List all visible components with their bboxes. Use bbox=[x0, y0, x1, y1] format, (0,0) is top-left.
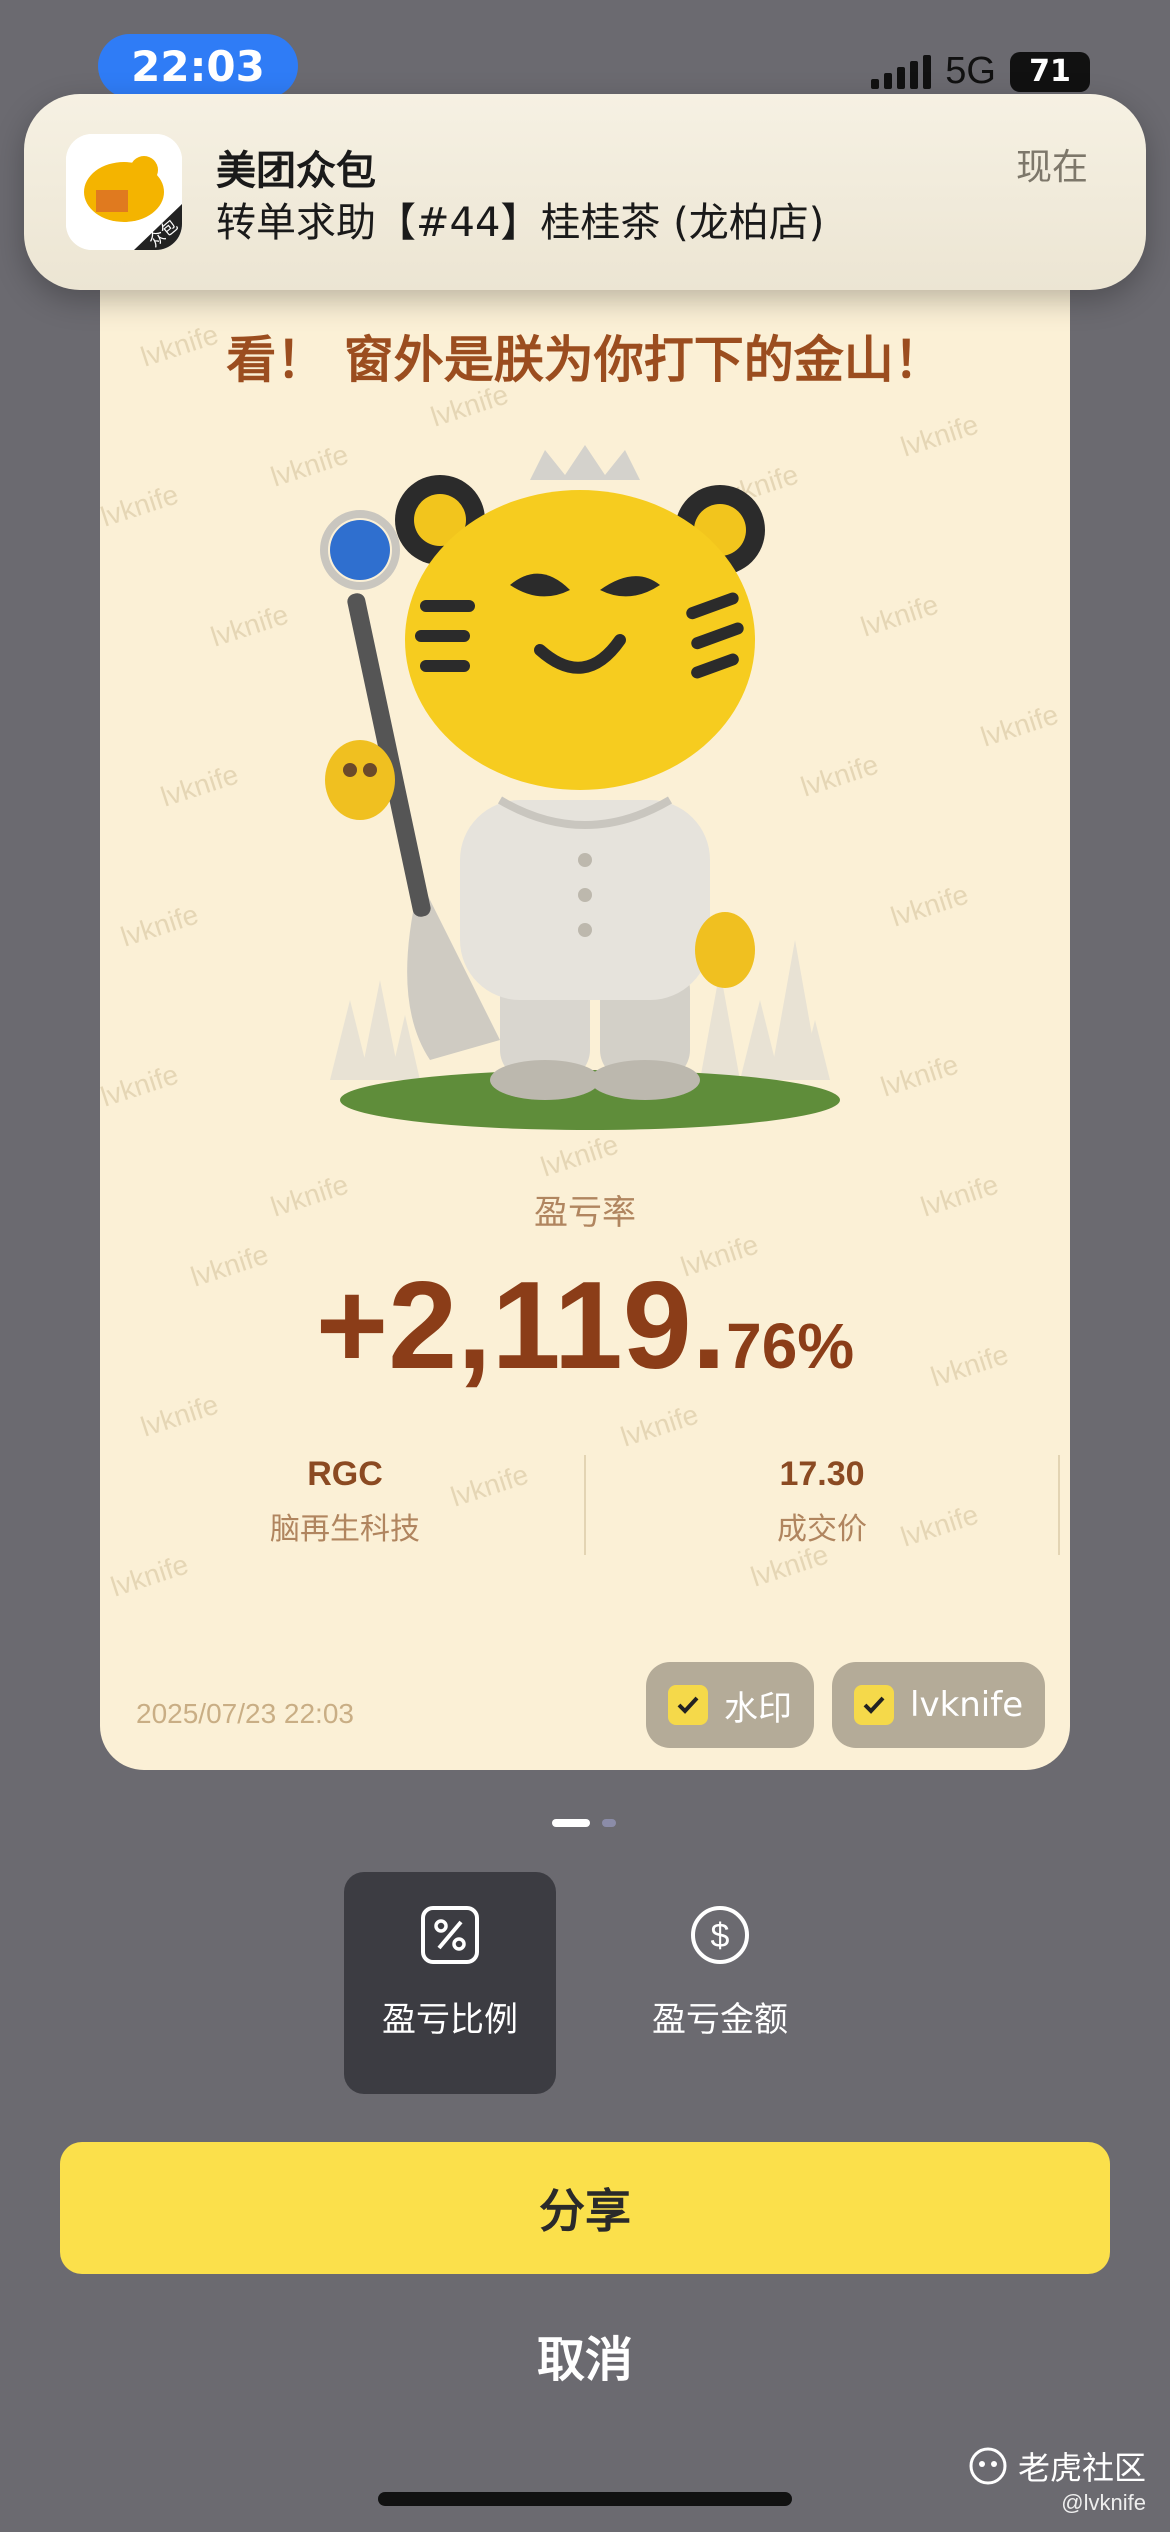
watermark: lvknife bbox=[896, 408, 983, 463]
tiger-mascot-illustration bbox=[320, 445, 840, 1130]
watermark: lvknife bbox=[100, 478, 183, 533]
watermark-toggle-label: 水印 bbox=[724, 1688, 792, 1729]
community-brand: 老虎社区 bbox=[1017, 2449, 1146, 2487]
app-icon: 众包 bbox=[66, 134, 182, 250]
dollar-icon[interactable]: $ bbox=[690, 1905, 750, 1965]
stock-ticker: RGC bbox=[307, 1455, 383, 1493]
signal-icon bbox=[871, 54, 932, 89]
profit-amount-label[interactable]: 盈亏金额 bbox=[590, 1992, 850, 2041]
watermark: lvknife bbox=[976, 698, 1063, 753]
share-button[interactable]: 分享 bbox=[60, 2142, 1110, 2274]
watermark: lvknife bbox=[106, 1548, 193, 1603]
stock-stat: RGC 脑再生科技 bbox=[145, 1455, 545, 1548]
status-indicators: 5G 71 bbox=[871, 50, 1090, 93]
card-headline: 看！ 窗外是朕为你打下的金山！ bbox=[226, 331, 944, 389]
profit-rate-value: +2,119.76% bbox=[100, 1255, 1070, 1397]
page-dot-active[interactable] bbox=[552, 1819, 590, 1827]
watermark: lvknife bbox=[116, 898, 203, 953]
profit-rate-main: +2,119. bbox=[315, 1257, 727, 1395]
checkbox-checked-icon bbox=[668, 1685, 708, 1725]
username-toggle[interactable]: lvknife bbox=[832, 1662, 1046, 1748]
stock-name: 脑再生科技 bbox=[270, 1512, 420, 1547]
watermark: lvknife bbox=[876, 1048, 963, 1103]
home-indicator[interactable] bbox=[378, 2492, 792, 2506]
battery-icon: 71 bbox=[1010, 51, 1090, 92]
checkbox-checked-icon bbox=[854, 1685, 894, 1725]
percent-icon bbox=[421, 1906, 479, 1964]
battery-level: 71 bbox=[1029, 54, 1071, 89]
page-dot[interactable] bbox=[602, 1819, 616, 1827]
community-watermark: 老虎社区 bbox=[968, 2443, 1146, 2489]
watermark: lvknife bbox=[886, 878, 973, 933]
price-stat: 17.30 成交价 bbox=[622, 1455, 1022, 1548]
profit-rate-decimal: 76% bbox=[726, 1310, 855, 1382]
status-time: 22:03 bbox=[98, 34, 298, 98]
watermark-toggle[interactable]: 水印 bbox=[646, 1662, 814, 1748]
notification-title: 美团众包 bbox=[216, 148, 376, 194]
username-toggle-label: lvknife bbox=[910, 1685, 1024, 1725]
stat-divider bbox=[584, 1455, 586, 1555]
watermark: lvknife bbox=[156, 758, 243, 813]
notification-banner[interactable]: 众包 美团众包 转单求助【#44】桂桂茶 (龙柏店) 现在 bbox=[24, 94, 1146, 290]
cancel-button[interactable]: 取消 bbox=[0, 2320, 1170, 2400]
trade-price-label: 成交价 bbox=[777, 1512, 867, 1547]
card-date: 2025/07/23 22:03 bbox=[136, 1698, 354, 1729]
notification-message: 转单求助【#44】桂桂茶 (龙柏店) bbox=[216, 200, 825, 246]
community-handle: @lvknife bbox=[1061, 2490, 1146, 2515]
profit-ratio-label[interactable]: 盈亏比例 bbox=[320, 1992, 580, 2041]
trade-price-value: 17.30 bbox=[779, 1455, 865, 1493]
tiger-logo-icon bbox=[969, 2447, 1007, 2485]
watermark: lvknife bbox=[206, 598, 293, 653]
stat-divider bbox=[1058, 1455, 1060, 1555]
notification-time: 现在 bbox=[1015, 147, 1088, 188]
share-card: lvknife lvknife lvknife lvknife lvknife … bbox=[100, 250, 1070, 1770]
watermark: lvknife bbox=[100, 1058, 183, 1113]
watermark: lvknife bbox=[616, 1398, 703, 1453]
profit-rate-label: 盈亏率 bbox=[534, 1193, 636, 1233]
svg-text:$: $ bbox=[711, 1917, 730, 1955]
network-type: 5G bbox=[945, 50, 996, 92]
